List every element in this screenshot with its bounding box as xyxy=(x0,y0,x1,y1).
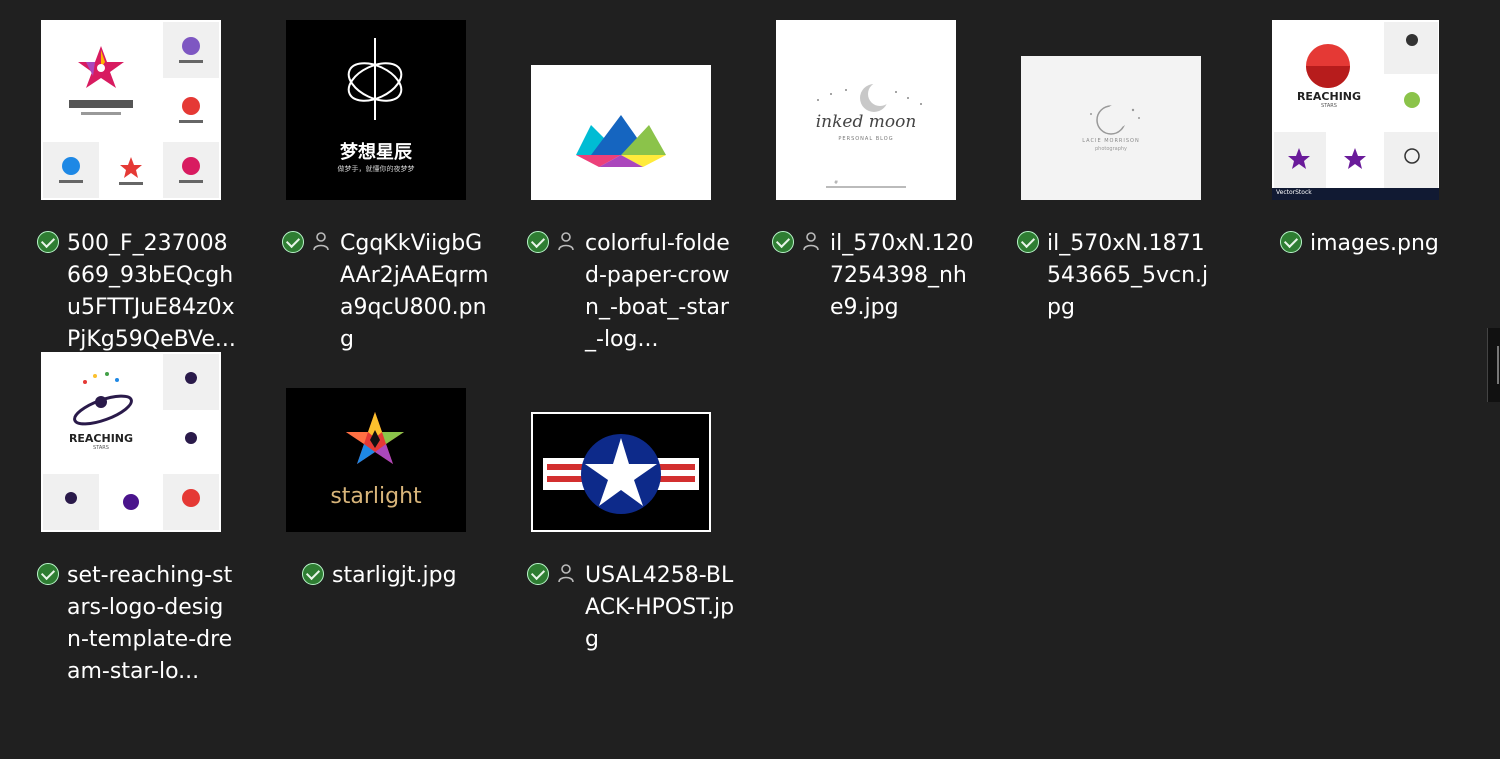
scrollbar-handle[interactable] xyxy=(1487,328,1500,402)
thumb-subtitle: photography xyxy=(1094,146,1128,152)
file-tile-colorful-crown[interactable]: colorful-folded-paper-crown_-boat_-star_… xyxy=(520,18,765,352)
thumb-footer: # xyxy=(834,180,839,186)
thumbnail-paper-crown xyxy=(531,65,711,200)
thumb-subtitle: STARS xyxy=(93,445,109,451)
thumb-title: REACHING xyxy=(1296,90,1362,103)
synced-icon xyxy=(772,231,794,253)
file-name[interactable]: 500_F_237008669_93bEQcghu5FTTJuE84z0xPjK… xyxy=(67,228,237,356)
file-tile-il-1207[interactable]: inked moon PERSONAL BLOG # il_570xN.1207… xyxy=(765,18,1010,348)
file-tile-il-1871[interactable]: LACIE MORRISON photography il_570xN.1871… xyxy=(1010,18,1255,348)
shared-user-icon xyxy=(558,564,574,583)
shared-user-icon xyxy=(313,232,329,251)
file-name[interactable]: set-reaching-stars-logo-design-template-… xyxy=(67,560,237,688)
synced-icon xyxy=(1017,231,1039,253)
thumb-subtitle: STARS xyxy=(1321,103,1337,109)
shared-user-icon xyxy=(803,232,819,251)
file-tile-set-reaching[interactable]: REACHING STARS set-reaching-stars-logo-d… xyxy=(30,350,275,684)
thumb-subtitle: 做梦手，就懂你的夜梦梦 xyxy=(337,165,415,173)
thumbnail-dream-stars-logo: 梦想星辰 做梦手，就懂你的夜梦梦 xyxy=(286,20,466,200)
file-name[interactable]: il_570xN.1207254398_nhe9.jpg xyxy=(830,228,980,324)
synced-icon xyxy=(282,231,304,253)
thumbnail-starlight-logo: starlight xyxy=(286,388,466,532)
file-tile-starlight[interactable]: starlight starligjt.jpg xyxy=(275,350,520,680)
thumb-title: REACHING xyxy=(68,432,134,445)
synced-icon xyxy=(527,231,549,253)
thumb-title: 梦想星辰 xyxy=(340,142,412,163)
file-name[interactable]: il_570xN.1871543665_5vcn.jpg xyxy=(1047,228,1217,324)
thumbnail-roundel-star xyxy=(531,412,711,532)
file-name[interactable]: images.png xyxy=(1310,228,1480,260)
synced-icon xyxy=(37,563,59,585)
thumbnail-lacie-moon: LACIE MORRISON photography xyxy=(1021,56,1201,200)
thumb-subtitle: PERSONAL BLOG xyxy=(838,136,894,142)
file-name[interactable]: CgqKkViigbGAAr2jAAEqrma9qcU800.png xyxy=(340,228,490,356)
synced-icon xyxy=(37,231,59,253)
file-name[interactable]: USAL4258-BLACK-HPOST.jpg xyxy=(585,560,735,656)
shared-user-icon xyxy=(558,232,574,251)
thumbnail-reaching-stars-sheet-2: REACHING STARS VectorStock xyxy=(1272,20,1439,200)
thumb-title: starlight xyxy=(330,484,422,509)
file-tile-500-f[interactable]: 500_F_237008669_93bEQcghu5FTTJuE84z0xPjK… xyxy=(30,18,275,352)
file-tile-images-png[interactable]: REACHING STARS VectorStock images.png xyxy=(1255,18,1500,348)
file-tile-usal4258[interactable]: USAL4258-BLACK-HPOST.jpg xyxy=(520,350,765,680)
thumb-title: LACIE MORRISON xyxy=(1082,138,1140,144)
thumbnail-reaching-stars-sheet-3: REACHING STARS xyxy=(41,352,221,532)
synced-icon xyxy=(1280,231,1302,253)
thumbnail-reaching-stars-sheet xyxy=(41,20,221,200)
synced-icon xyxy=(527,563,549,585)
file-tile-cgqkk[interactable]: 梦想星辰 做梦手，就懂你的夜梦梦 CgqKkViigbGAAr2jAAEqrma… xyxy=(275,18,520,352)
file-name[interactable]: colorful-folded-paper-crown_-boat_-star_… xyxy=(585,228,735,356)
file-name[interactable]: starligjt.jpg xyxy=(332,560,502,592)
thumb-title: inked moon xyxy=(815,112,917,132)
synced-icon xyxy=(302,563,324,585)
thumbnail-inked-moon: inked moon PERSONAL BLOG # xyxy=(776,20,956,200)
thumb-footer: VectorStock xyxy=(1276,189,1312,196)
